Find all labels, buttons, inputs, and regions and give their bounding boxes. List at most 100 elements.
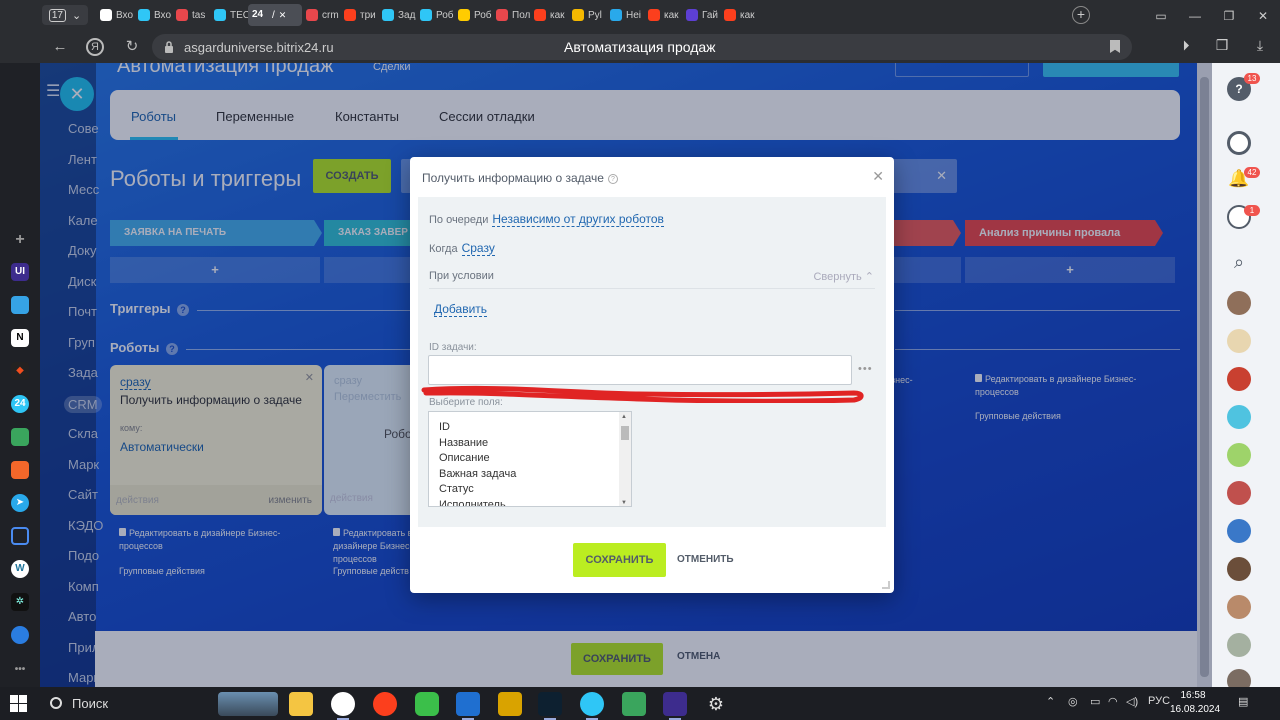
minimize-icon[interactable]: — — [1178, 0, 1212, 31]
avatar[interactable] — [1227, 405, 1251, 429]
add-robot-button[interactable]: + — [965, 257, 1175, 283]
tab-robots[interactable]: Роботы — [131, 109, 176, 124]
browser-tab[interactable]: Неі — [606, 4, 644, 26]
group-actions-link[interactable]: Групповые действия — [333, 566, 409, 576]
add-robot-button[interactable] — [885, 257, 961, 283]
edit-in-designer-fragment[interactable]: знес- — [891, 374, 931, 387]
volume-icon[interactable]: ◁) — [1126, 695, 1138, 708]
media-icon[interactable]: ⏵ — [1176, 37, 1196, 57]
add-panel-icon[interactable]: + — [11, 231, 29, 249]
add-robot-button[interactable] — [324, 257, 412, 283]
stage-header[interactable]: ЗАЯВКА НА ПЕЧАТЬ — [110, 220, 322, 246]
taskbar-widget[interactable] — [218, 692, 278, 716]
vscode-icon[interactable] — [456, 692, 480, 720]
field-option[interactable]: Название — [439, 437, 488, 449]
tray-icon[interactable]: ◎ — [1068, 695, 1078, 708]
help-icon[interactable]: ? — [166, 343, 178, 355]
add-condition-link[interactable]: Добавить — [434, 302, 488, 317]
download-icon[interactable]: ⤓ — [1250, 37, 1270, 57]
left-menu-item[interactable]: Скла — [68, 426, 98, 441]
uipath-icon[interactable]: UI — [11, 263, 29, 281]
save-button[interactable]: СОХРАНИТЬ — [571, 643, 663, 675]
browser-tab[interactable]: Вхо — [96, 4, 134, 26]
avatar[interactable] — [1227, 557, 1251, 581]
robot-card[interactable]: сразу Переместить Робо действия — [324, 365, 424, 515]
left-menu-item[interactable]: Кале — [68, 213, 98, 228]
url-field[interactable]: asgarduniverse.bitrix24.ru Автоматизация… — [152, 34, 1132, 60]
browser-tab[interactable]: Pyl — [568, 4, 606, 26]
insert-value-button[interactable]: ••• — [858, 363, 873, 375]
app-icon[interactable] — [415, 692, 439, 716]
scrollbar-thumb[interactable] — [621, 426, 629, 440]
scroll-up-icon[interactable]: ▲ — [621, 414, 627, 420]
clock[interactable]: 16:58 16.08.2024 — [1170, 689, 1220, 717]
delete-robot-icon[interactable]: ✕ — [305, 371, 314, 384]
figma-icon[interactable]: ◆ — [11, 362, 29, 380]
close-tab-icon[interactable]: ✕ — [279, 10, 287, 21]
dialog-save-button[interactable]: СОХРАНИТЬ — [573, 543, 666, 577]
app-icon[interactable] — [11, 428, 29, 446]
avatar[interactable] — [1227, 519, 1251, 543]
listbox-scrollbar[interactable]: ▲ ▼ — [619, 412, 631, 506]
folder-icon[interactable] — [11, 527, 29, 545]
browser-tab[interactable]: Роб — [454, 4, 492, 26]
group-actions-link[interactable]: Групповые действия — [119, 566, 205, 576]
windows-start-icon[interactable] — [10, 695, 27, 712]
stage-header[interactable] — [885, 220, 961, 246]
group-actions-link[interactable]: Групповые действия — [975, 411, 1061, 421]
app-icon[interactable]: ✲ — [11, 593, 29, 611]
clear-filter-icon[interactable]: ✕ — [936, 168, 947, 184]
edit-in-designer-link[interactable]: Редактировать в дизайнере Бизнес-процесс… — [333, 527, 413, 566]
more-icon[interactable]: ••• — [11, 661, 29, 679]
browser-tab[interactable]: Роб — [416, 4, 454, 26]
browser-tab[interactable]: три — [340, 4, 378, 26]
field-option[interactable]: Статус — [439, 483, 474, 495]
uipath-icon[interactable] — [663, 692, 687, 720]
field-option[interactable]: Исполнитель — [439, 499, 506, 507]
yandex-logo-icon[interactable]: Я — [86, 38, 104, 56]
app-icon[interactable] — [622, 692, 646, 716]
browser-tab[interactable]: Гай — [682, 4, 720, 26]
avatar[interactable] — [1227, 633, 1251, 657]
back-icon[interactable]: ← — [50, 37, 70, 57]
header-primary-button[interactable] — [1043, 63, 1179, 77]
cancel-button[interactable]: ОТМЕНА — [677, 651, 720, 662]
browser-tab[interactable]: как — [644, 4, 682, 26]
settings-gear-icon[interactable]: ⚙ — [704, 692, 728, 716]
edit-in-designer-link[interactable]: Редактировать в дизайнере Бизнес-процесс… — [975, 373, 1165, 399]
app-icon[interactable] — [538, 692, 562, 720]
tab-constants[interactable]: Константы — [335, 109, 399, 124]
when-selector[interactable]: Сразу — [461, 241, 495, 256]
avatar[interactable] — [1227, 329, 1251, 353]
browser-tab[interactable]: Зад — [378, 4, 416, 26]
robot-when[interactable]: сразу — [120, 375, 151, 390]
close-slider-icon[interactable]: ✕ — [60, 77, 94, 111]
left-menu-item[interactable]: Почт — [68, 304, 97, 319]
left-menu-item[interactable]: Груп — [68, 335, 95, 350]
app-icon[interactable] — [11, 626, 29, 644]
browser-tab[interactable]: crm — [302, 4, 340, 26]
scrollbar-thumb[interactable] — [1200, 77, 1209, 677]
create-button[interactable]: СОЗДАТЬ — [313, 159, 391, 193]
left-menu-item[interactable]: Диск — [68, 274, 96, 289]
collapse-link[interactable]: Свернуть ⌃ — [813, 270, 874, 283]
left-menu-item[interactable]: Лент — [68, 152, 97, 167]
queue-selector[interactable]: Независимо от других роботов — [492, 212, 664, 227]
wifi-icon[interactable]: ◠ — [1108, 695, 1118, 708]
browser-tab[interactable]: Пол — [492, 4, 530, 26]
target-icon[interactable] — [1227, 131, 1251, 155]
field-option[interactable]: Описание — [439, 452, 490, 464]
browser-tab[interactable]: Вхо — [134, 4, 172, 26]
stage-header[interactable]: ЗАКАЗ ЗАВЕР — [324, 220, 424, 246]
avatar[interactable] — [1227, 443, 1251, 467]
left-menu-item[interactable]: Доку — [68, 243, 97, 258]
reload-icon[interactable]: ↻ — [122, 37, 142, 57]
bookmark-icon[interactable] — [1110, 40, 1120, 53]
yandex-browser-icon[interactable] — [331, 692, 355, 720]
avatar[interactable] — [1227, 595, 1251, 619]
taskbar-search[interactable]: Поиск — [40, 691, 210, 716]
robot-card[interactable]: сразу ✕ Получить информацию о задаче ком… — [110, 365, 322, 515]
header-button[interactable] — [895, 63, 1029, 77]
language-indicator[interactable]: РУС — [1148, 695, 1170, 707]
resize-grip[interactable] — [882, 581, 890, 589]
